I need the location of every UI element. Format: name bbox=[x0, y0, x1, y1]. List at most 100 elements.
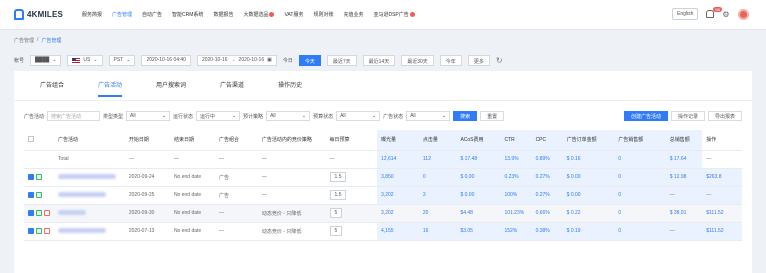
campaign-search-input[interactable]: 搜索广告活动 bbox=[47, 111, 101, 121]
operation-log-button[interactable]: 操作记录 bbox=[670, 111, 705, 121]
settings-icon[interactable]: ⚙ bbox=[722, 10, 729, 19]
delete-icon[interactable] bbox=[44, 210, 50, 216]
table-summary-row: Total — — — — — 12,614 112 $ 17.48 13.9%… bbox=[24, 150, 742, 169]
budget-filter-select[interactable]: All ⌄ bbox=[266, 111, 311, 121]
budget-input[interactable]: 1.5 bbox=[329, 190, 347, 200]
table-row[interactable]: 2020-09-24 No end date 广告 — 1.5 3,850 0 … bbox=[24, 168, 742, 187]
type-filter-label: 类型类型 bbox=[103, 113, 124, 120]
header-actions: 操作 bbox=[702, 130, 742, 151]
cpc-cell: $ 0.00 bbox=[562, 168, 615, 187]
nav-auto-ads[interactable]: 自动广告 bbox=[142, 11, 162, 18]
range-7-days[interactable]: 最近7天 bbox=[326, 54, 357, 66]
country-select[interactable]: US ⌄ bbox=[67, 54, 103, 66]
header-ad-group[interactable]: 广告组合 bbox=[215, 130, 258, 151]
status-filter-select[interactable]: 运行中 ⌄ bbox=[196, 111, 241, 121]
header-ad-sales[interactable]: 广告销售额 bbox=[614, 130, 666, 151]
user-avatar[interactable] bbox=[737, 8, 749, 20]
select-all-header[interactable] bbox=[24, 130, 55, 151]
end-date-cell: No end date bbox=[169, 222, 215, 241]
campaign-name[interactable] bbox=[54, 168, 125, 187]
table-row[interactable]: 2020-09-25 No end date 广告 — 1.5 3,202 3 … bbox=[24, 186, 742, 205]
header-impressions[interactable]: 曝光量 bbox=[377, 130, 419, 151]
header-total-sales[interactable]: 总销售额 bbox=[665, 130, 703, 151]
header-ad-orders[interactable]: 广告订单金额 bbox=[562, 130, 615, 151]
delete-icon[interactable] bbox=[44, 228, 50, 234]
range-this-year[interactable]: 今年 bbox=[439, 54, 462, 66]
nav-reconciliation[interactable]: 规则对账 bbox=[313, 11, 333, 18]
edit-icon[interactable] bbox=[36, 210, 42, 216]
header-bid-strategy[interactable]: 广告活动内的竞价策略 bbox=[257, 130, 326, 151]
ctr-cell: 152% bbox=[500, 222, 532, 241]
redacted-campaign-name bbox=[58, 173, 117, 179]
campaign-name[interactable] bbox=[54, 186, 125, 205]
header-cpc[interactable]: CPC bbox=[531, 130, 563, 151]
nav-service-brief[interactable]: 服务简报 bbox=[82, 11, 102, 18]
nav-ad-management[interactable]: 广告管理 bbox=[112, 11, 132, 18]
budget-filter-value: All bbox=[270, 113, 276, 119]
budget-input[interactable]: 5 bbox=[329, 226, 343, 236]
bell-icon[interactable]: 58 bbox=[706, 7, 722, 18]
search-button[interactable]: 搜索 bbox=[453, 111, 478, 121]
table-row[interactable]: 2020-07-13 No end date — 动态竞价 - 只降低 5 4,… bbox=[24, 222, 742, 241]
nav-crm[interactable]: 智能CRM系统 bbox=[172, 11, 203, 18]
create-campaign-button[interactable]: 创建广告活动 bbox=[623, 111, 668, 121]
tab-operation-history[interactable]: 操作历史 bbox=[278, 80, 302, 97]
tab-ad-portfolio[interactable]: 广告组合 bbox=[40, 80, 64, 97]
checkbox-icon[interactable] bbox=[28, 228, 34, 234]
breadcrumb-root[interactable]: 广告管理 bbox=[14, 37, 34, 44]
header-ctr[interactable]: CTR bbox=[500, 130, 532, 151]
edit-icon[interactable] bbox=[36, 174, 42, 180]
campaign-name[interactable] bbox=[54, 204, 125, 223]
chevron-down-icon: ⌄ bbox=[371, 113, 377, 119]
edit-icon[interactable] bbox=[36, 192, 42, 198]
tab-campaigns[interactable]: 广告活动 bbox=[98, 80, 123, 97]
pause-filter-label: 广告状态 bbox=[383, 113, 404, 120]
table-row[interactable]: 2020-09-30 No end date — 动态竞价 - 只降低 5 3,… bbox=[24, 204, 742, 223]
clicks-cell: 0 bbox=[418, 168, 457, 187]
select-all-checkbox[interactable] bbox=[28, 135, 34, 142]
range-30-days[interactable]: 最近30天 bbox=[401, 54, 434, 66]
campaign-name[interactable] bbox=[54, 222, 125, 241]
summary-rate: 0.89% bbox=[531, 150, 563, 169]
checkbox-icon[interactable] bbox=[28, 192, 34, 198]
sales-cell: $ 38.91 bbox=[665, 204, 703, 223]
header-clicks[interactable]: 点击量 bbox=[418, 130, 457, 151]
date-range-picker[interactable]: 2020-10-16 → 2020-10-16 ▣ bbox=[196, 54, 277, 66]
checkbox-icon[interactable] bbox=[28, 210, 34, 216]
checkbox-icon[interactable] bbox=[28, 174, 34, 180]
pause-filter-select[interactable]: All ⌄ bbox=[406, 111, 451, 121]
summary-start: — bbox=[124, 150, 170, 169]
range-more[interactable]: 更多 bbox=[467, 54, 490, 66]
export-report-button[interactable]: 导出报表 bbox=[707, 111, 742, 121]
tab-user-search-terms[interactable]: 用户搜索词 bbox=[156, 80, 186, 97]
ctr-cell: 101.23% bbox=[500, 204, 532, 223]
header-acos-cost[interactable]: ACoS费用 bbox=[456, 130, 501, 151]
refresh-icon[interactable]: ↻ bbox=[496, 56, 503, 65]
tab-ad-channels[interactable]: 广告渠道 bbox=[220, 80, 244, 97]
type-filter-select[interactable]: All ⌄ bbox=[126, 111, 171, 121]
acos-cell: $ 0.00 bbox=[456, 168, 501, 187]
nav-data-report[interactable]: 数据报告 bbox=[213, 11, 233, 18]
header-campaign[interactable]: 广告活动 bbox=[54, 130, 125, 151]
language-selector[interactable]: English bbox=[672, 8, 699, 20]
nav-product-selection[interactable]: 大数据选品 bbox=[243, 11, 275, 18]
header-start-date[interactable]: 开始日期 bbox=[124, 130, 170, 151]
nav-vat[interactable]: VAT服务 bbox=[284, 11, 303, 18]
range-14-days[interactable]: 最近14天 bbox=[362, 54, 396, 66]
nav-dsp-label: 亚马逊DSP广告 bbox=[373, 12, 409, 18]
range-today[interactable]: 今天 bbox=[298, 54, 321, 66]
nav-dsp[interactable]: 亚马逊DSP广告 bbox=[373, 11, 415, 18]
clicks-cell: 3 bbox=[418, 186, 457, 205]
account-select[interactable]: ████ ⌄ bbox=[30, 54, 62, 66]
target-filter-select[interactable]: All ⌄ bbox=[336, 111, 381, 121]
edit-icon[interactable] bbox=[36, 228, 42, 234]
budget-input[interactable]: 1.5 bbox=[329, 172, 347, 182]
timezone-select[interactable]: PST ⌄ bbox=[108, 54, 136, 66]
reset-button[interactable]: 重置 bbox=[480, 111, 505, 121]
rate-cell: 0.27% bbox=[531, 168, 563, 187]
nav-recharge[interactable]: 充值业务 bbox=[343, 11, 363, 18]
brand-logo[interactable]: 4KMILES bbox=[14, 9, 63, 20]
budget-input[interactable]: 5 bbox=[329, 208, 343, 218]
header-daily-budget[interactable]: 每日预算 bbox=[325, 130, 378, 151]
header-end-date[interactable]: 结束日期 bbox=[169, 130, 215, 151]
